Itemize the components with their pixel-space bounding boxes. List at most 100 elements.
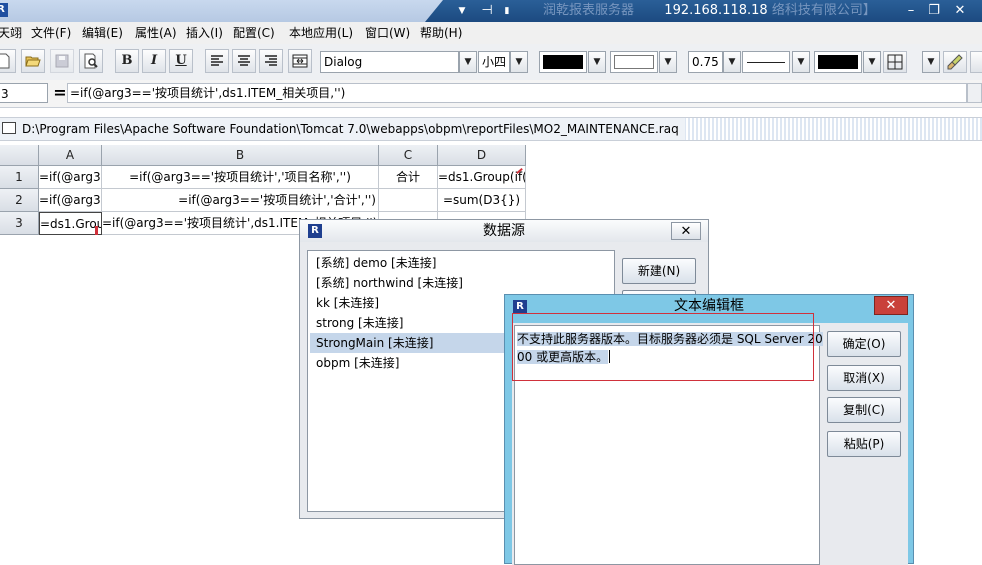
menu-item-local-apps[interactable]: 本地应用(L) — [289, 25, 353, 41]
cell-c1[interactable]: 合计 — [379, 166, 438, 189]
formula-bar: 3 = =if(@arg3=='按项目统计',ds1.ITEM_相关项目,'') — [0, 80, 982, 108]
line-width-select[interactable]: 0.75 — [688, 51, 723, 73]
menu-item-file[interactable]: 文件(F) — [31, 25, 71, 41]
window-title-bar: R ▼ ⊣ ▮ 润乾报表服务器 192.168.118.18 络科技有限公司】 … — [0, 0, 982, 22]
row-header-3[interactable]: 3 — [0, 212, 39, 235]
column-header-a[interactable]: A — [39, 145, 102, 166]
cell-a2[interactable]: =if(@arg3== — [39, 189, 102, 212]
align-right-icon — [265, 55, 277, 66]
borders-button[interactable] — [883, 51, 907, 73]
toolbar-overflow-button[interactable] — [970, 51, 982, 73]
datasource-item[interactable]: [系统] northwind [未连接] — [310, 273, 612, 293]
back-color-swatch — [614, 55, 654, 69]
menu-item-properties[interactable]: 属性(A) — [135, 25, 177, 41]
restore-icon[interactable]: ❐ — [924, 2, 944, 20]
text-editor-dialog-title: 文本编辑框 — [674, 298, 744, 314]
text-editor-close-icon[interactable]: ✕ — [874, 296, 908, 315]
paste-button[interactable]: 粘贴(P) — [827, 431, 901, 457]
document-tab[interactable]: D:\Program Files\Apache Software Foundat… — [0, 118, 685, 140]
cell-d1[interactable]: =ds1.Group(if( — [438, 166, 526, 189]
grid-corner[interactable] — [0, 145, 39, 166]
app-logo-icon: R — [0, 3, 8, 17]
text-editor-dialog: R 文本编辑框 ✕ 不支持此服务器版本。目标服务器必须是 SQL Server … — [504, 294, 914, 565]
document-window-icon — [2, 122, 16, 134]
align-center-icon — [238, 55, 250, 66]
datasource-dialog-title-bar: R 数据源 — [300, 220, 708, 242]
fore-color-picker[interactable] — [539, 51, 587, 73]
line-width-dropdown-arrow[interactable]: ▼ — [723, 51, 741, 73]
cell-a3[interactable]: =ds1.Grou — [39, 212, 102, 235]
new-file-icon — [0, 53, 10, 69]
menu-item-help[interactable]: 帮助(H) — [420, 25, 462, 41]
save-icon — [55, 54, 69, 68]
menu-item-insert[interactable]: 插入(I) — [186, 25, 223, 41]
italic-button[interactable]: I — [142, 49, 166, 73]
fore-color-dropdown-arrow[interactable]: ▼ — [588, 51, 606, 73]
line-style-picker[interactable] — [742, 51, 790, 73]
borders-grid-icon — [887, 54, 903, 70]
cancel-button[interactable]: 取消(X) — [827, 365, 901, 391]
print-preview-button[interactable] — [79, 49, 103, 73]
underline-button[interactable]: U — [169, 49, 193, 73]
cell-reference-input[interactable]: 3 — [0, 83, 48, 103]
line-style-dropdown-arrow[interactable]: ▼ — [792, 51, 810, 73]
cell-b2[interactable]: =if(@arg3=='按项目统计','合计','') — [102, 189, 379, 212]
document-tab-bar: D:\Program Files\Apache Software Foundat… — [0, 117, 982, 141]
open-file-button[interactable] — [21, 49, 45, 73]
borders-dropdown-arrow[interactable]: ▼ — [922, 51, 940, 73]
back-color-picker[interactable] — [610, 51, 658, 73]
border-color-picker[interactable] — [814, 51, 862, 73]
new-datasource-button[interactable]: 新建(N) — [622, 258, 696, 284]
font-size-dropdown-arrow[interactable]: ▼ — [510, 51, 528, 73]
border-color-swatch — [818, 55, 858, 69]
cell-c2[interactable] — [379, 189, 438, 212]
column-header-d[interactable]: D — [438, 145, 526, 166]
document-path: D:\Program Files\Apache Software Foundat… — [22, 122, 679, 136]
border-color-dropdown-arrow[interactable]: ▼ — [863, 51, 881, 73]
datasource-dialog-title: 数据源 — [483, 223, 525, 239]
merge-cells-button[interactable] — [288, 49, 312, 73]
formula-scroll-button[interactable] — [967, 83, 982, 103]
font-name-select[interactable]: Dialog — [320, 51, 459, 73]
print-preview-icon — [84, 53, 98, 69]
menu-item-user[interactable]: 天翊 — [0, 25, 22, 41]
cell-a1[interactable]: =if(@arg3== — [39, 166, 102, 189]
datasource-item[interactable]: [系统] demo [未连接] — [310, 253, 612, 273]
align-center-button[interactable] — [232, 49, 256, 73]
font-name-dropdown-arrow[interactable]: ▼ — [459, 51, 477, 73]
menu-item-window[interactable]: 窗口(W) — [365, 25, 410, 41]
pin-icon[interactable]: ⊣ — [478, 2, 496, 20]
back-color-dropdown-arrow[interactable]: ▼ — [659, 51, 677, 73]
minimize-icon[interactable]: – — [901, 2, 921, 20]
datasource-close-icon[interactable]: ✕ — [671, 222, 701, 240]
save-button[interactable] — [50, 49, 74, 73]
format-painter-button[interactable] — [943, 51, 967, 73]
column-header-b[interactable]: B — [102, 145, 379, 166]
cell-d2[interactable]: =sum(D3{}) — [438, 189, 526, 212]
cell-b1[interactable]: =if(@arg3=='按项目统计','项目名称','') — [102, 166, 379, 189]
ok-button[interactable]: 确定(O) — [827, 331, 901, 357]
formula-equals-icon: = — [53, 83, 67, 102]
bold-button[interactable]: B — [115, 49, 139, 73]
formula-input[interactable]: =if(@arg3=='按项目统计',ds1.ITEM_相关项目,'') — [67, 83, 967, 103]
close-icon[interactable]: ✕ — [949, 2, 971, 20]
server-title: 润乾报表服务器 192.168.118.18 络科技有限公司】 — [543, 2, 876, 20]
cell-marker — [95, 226, 98, 235]
column-header-c[interactable]: C — [379, 145, 438, 166]
fore-color-swatch — [543, 55, 583, 69]
menu-bar: 天翊 文件(F) 编辑(E) 属性(A) 插入(I) 配置(C) 本地应用(L)… — [0, 22, 982, 44]
align-right-button[interactable] — [259, 49, 283, 73]
row-header-1[interactable]: 1 — [0, 166, 39, 189]
menu-item-edit[interactable]: 编辑(E) — [82, 25, 123, 41]
align-left-button[interactable] — [205, 49, 229, 73]
copy-button[interactable]: 复制(C) — [827, 397, 901, 423]
chevron-down-icon[interactable]: ▼ — [452, 2, 472, 20]
line-style-sample — [747, 62, 785, 63]
menu-item-config[interactable]: 配置(C) — [233, 25, 275, 41]
toolbar: B I U Dialog ▼ 小四 ▼ ▼ ▼ 0.75 ▼ ▼ ▼ ▼ — [0, 44, 982, 81]
new-file-button[interactable] — [0, 49, 16, 73]
merge-cells-icon — [292, 54, 308, 68]
font-size-select[interactable]: 小四 — [478, 51, 510, 73]
row-header-2[interactable]: 2 — [0, 189, 39, 212]
app-logo-icon: R — [308, 224, 322, 238]
